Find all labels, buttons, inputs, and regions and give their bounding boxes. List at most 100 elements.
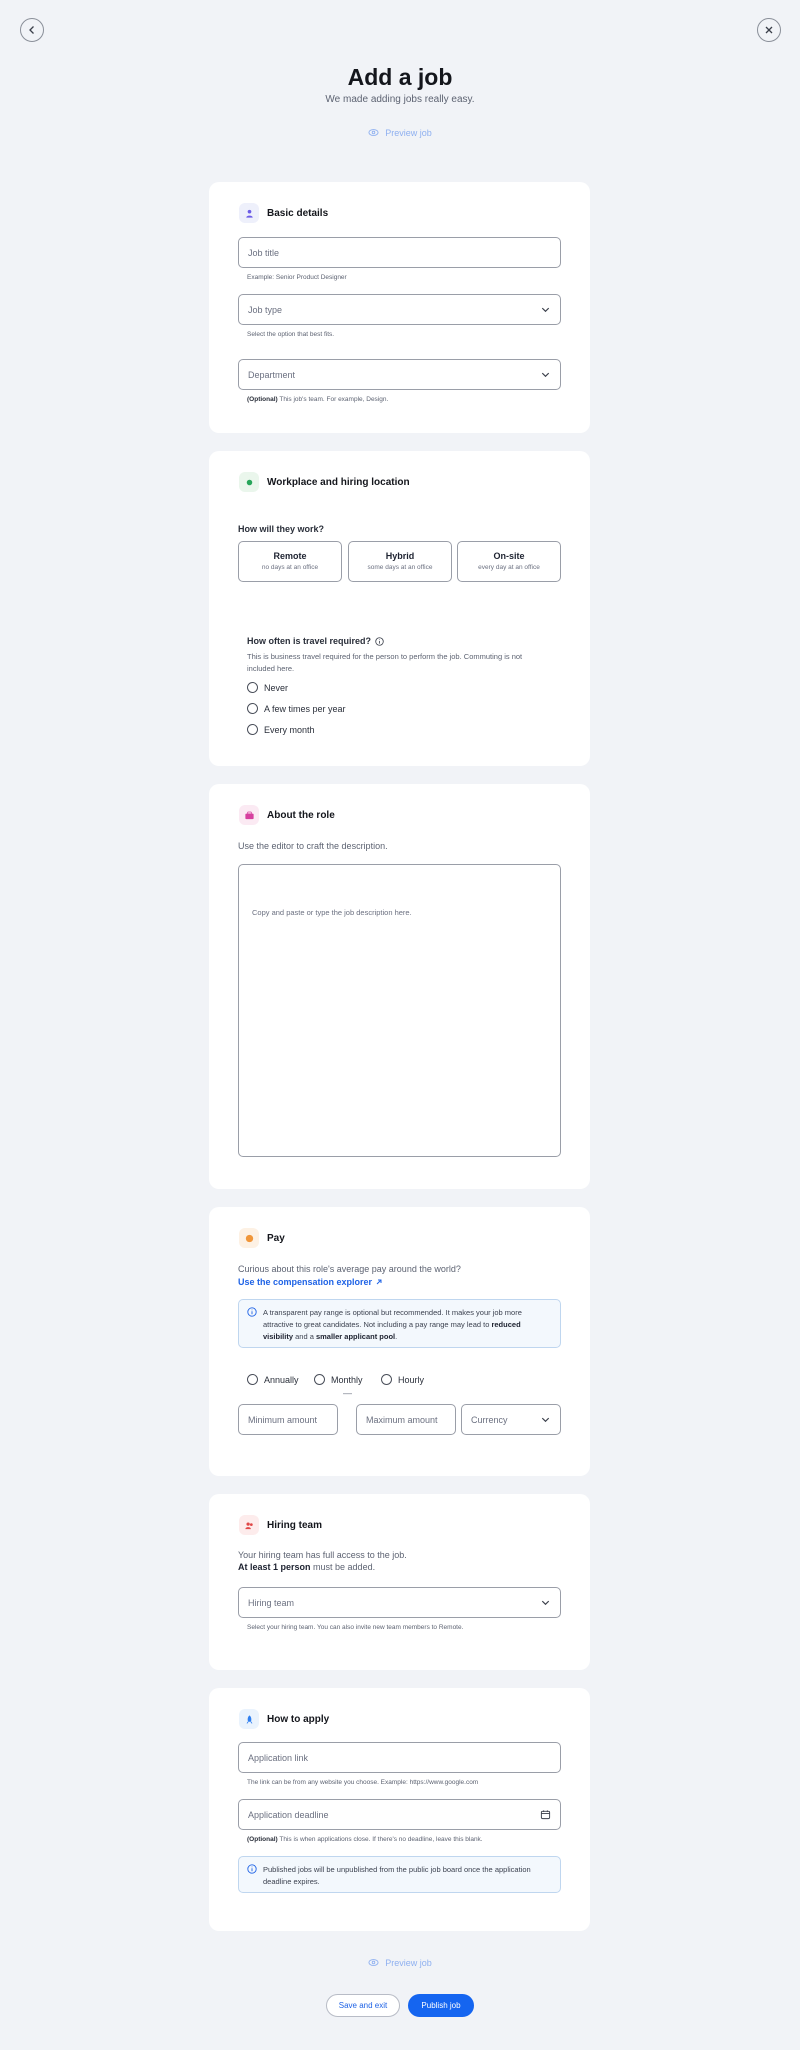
info-icon [247, 1307, 257, 1317]
preview-job-link[interactable]: Preview job [0, 127, 800, 138]
travel-question-text: How often is travel required? [247, 636, 372, 646]
preview-job-label: Preview job [385, 127, 432, 138]
option-hybrid-sub: some days at an office [367, 564, 433, 571]
max-amount-input[interactable]: Maximum amount [356, 1404, 456, 1435]
hiring-team-desc-1: Your hiring team has full access to the … [238, 1550, 407, 1560]
apply-info-box: Published jobs will be unpublished from … [238, 1856, 561, 1893]
hiring-team-card: Hiring team Your hiring team has full ac… [209, 1494, 590, 1670]
department-select[interactable]: Department [238, 359, 561, 390]
chevron-down-icon [541, 1417, 550, 1423]
application-deadline-placeholder: Application deadline [248, 1809, 329, 1820]
job-title-input[interactable]: Job title [238, 237, 561, 268]
optional-tag: (Optional) [247, 396, 278, 403]
work-mode-question-text: How will they work? [238, 524, 325, 534]
eye-icon [368, 129, 379, 136]
option-hybrid-label: Hybrid [385, 551, 415, 561]
travel-option-label: A few times per year [264, 703, 346, 714]
pay-freq-annually[interactable]: Annually [247, 1374, 299, 1385]
about-role-header: About the role [239, 805, 335, 825]
basic-details-header: Basic details [239, 203, 328, 223]
chevron-left-icon [29, 26, 34, 34]
application-link-input[interactable]: Application link [238, 1742, 561, 1773]
application-link-placeholder: Application link [248, 1752, 309, 1763]
close-button[interactable] [757, 18, 781, 42]
preview-job-link-bottom[interactable]: Preview job [0, 1957, 800, 1968]
publish-job-button[interactable]: Publish job [408, 1994, 474, 2017]
hiring-team-hint: Select your hiring team. You can also in… [247, 1624, 464, 1631]
preview-job-label: Preview job [385, 1957, 432, 1968]
department-hint-text: This job's team. For example, Design. [277, 396, 389, 403]
workplace-header: Workplace and hiring location [239, 472, 410, 492]
radio-button[interactable] [247, 682, 258, 693]
option-remote-sub: no days at an office [261, 564, 319, 571]
pay-freq-label: Annually [264, 1374, 299, 1385]
close-icon [765, 26, 773, 34]
person-icon [239, 203, 259, 223]
radio-button[interactable] [247, 1374, 258, 1385]
travel-option-label: Every month [264, 724, 315, 735]
info-icon [247, 1864, 257, 1874]
currency-select[interactable]: Currency [461, 1404, 561, 1435]
job-type-select[interactable]: Job type [238, 294, 561, 325]
radio-button[interactable] [314, 1374, 325, 1385]
job-title-hint: Example: Senior Product Designer [247, 274, 347, 281]
application-link-hint: The link can be from any website you cho… [247, 1779, 479, 1786]
calendar-icon[interactable] [540, 1809, 551, 1820]
hiring-team-title: Hiring team [267, 1519, 323, 1531]
hiring-team-header: Hiring team [239, 1515, 322, 1535]
min-amount-input[interactable]: Minimum amount [238, 1404, 338, 1435]
hiring-team-select[interactable]: Hiring team [238, 1587, 561, 1618]
job-type-placeholder: Job type [248, 304, 283, 315]
currency-placeholder: Currency [471, 1414, 508, 1425]
team-icon [239, 1515, 259, 1535]
pay-info-text-1: A transparent pay range is optional but … [263, 1308, 522, 1329]
pay-question: Curious about this role's average pay ar… [238, 1264, 461, 1274]
application-deadline-input[interactable]: Application deadline [238, 1799, 561, 1830]
compensation-explorer-label: Use the compensation explorer [238, 1277, 373, 1287]
job-title-placeholder: Job title [248, 247, 280, 258]
radio-button[interactable] [381, 1374, 392, 1385]
pay-info-text-2: and a [293, 1332, 316, 1341]
chevron-down-icon [541, 1600, 550, 1606]
hiring-team-desc-2: must be added. [310, 1562, 376, 1572]
hiring-team-desc-bold: At least 1 person [238, 1562, 311, 1572]
work-mode-question: How will they work? [238, 524, 324, 534]
pay-header: Pay [239, 1228, 285, 1248]
travel-question: How often is travel required? [247, 636, 384, 646]
back-button[interactable] [20, 18, 44, 42]
pay-freq-label: Monthly [331, 1374, 363, 1385]
travel-option-few-times[interactable]: A few times per year [247, 703, 346, 714]
option-hybrid[interactable]: Hybrid some days at an office [348, 541, 452, 582]
job-description-editor[interactable]: Copy and paste or type the job descripti… [238, 864, 561, 1157]
pay-freq-label: Hourly [398, 1374, 425, 1385]
save-and-exit-button[interactable]: Save and exit [326, 1994, 400, 2017]
optional-tag: (Optional) [247, 1836, 278, 1843]
compensation-explorer-link[interactable]: Use the compensation explorer [238, 1277, 383, 1287]
workplace-title: Workplace and hiring location [267, 476, 410, 488]
pay-freq-monthly[interactable]: Monthly [314, 1374, 363, 1385]
about-role-card: About the role Use the editor to craft t… [209, 784, 590, 1189]
location-pin-icon [239, 472, 259, 492]
travel-option-monthly[interactable]: Every month [247, 724, 315, 735]
range-separator: — [343, 1388, 352, 1398]
radio-button[interactable] [247, 724, 258, 735]
how-to-apply-card: How to apply Application link The link c… [209, 1688, 590, 1931]
option-onsite-sub: every day at an office [478, 564, 540, 571]
briefcase-icon [239, 805, 259, 825]
hiring-team-placeholder: Hiring team [248, 1597, 295, 1608]
hiring-team-desc: Your hiring team has full access to the … [238, 1549, 407, 1573]
basic-details-title: Basic details [267, 207, 329, 219]
eye-icon [368, 1959, 379, 1966]
job-type-hint: Select the option that best fits. [247, 331, 335, 338]
pay-info-text-3: . [395, 1332, 398, 1341]
travel-option-label: Never [264, 682, 289, 693]
option-onsite[interactable]: On-site every day at an office [457, 541, 561, 582]
info-icon[interactable] [375, 636, 384, 646]
radio-button[interactable] [247, 703, 258, 714]
option-remote[interactable]: Remote no days at an office [238, 541, 342, 582]
pay-freq-hourly[interactable]: Hourly [381, 1374, 424, 1385]
editor-placeholder: Copy and paste or type the job descripti… [252, 908, 412, 917]
about-role-desc: Use the editor to craft the description. [238, 841, 388, 851]
travel-option-never[interactable]: Never [247, 682, 288, 693]
page-title: Add a job [347, 64, 453, 90]
